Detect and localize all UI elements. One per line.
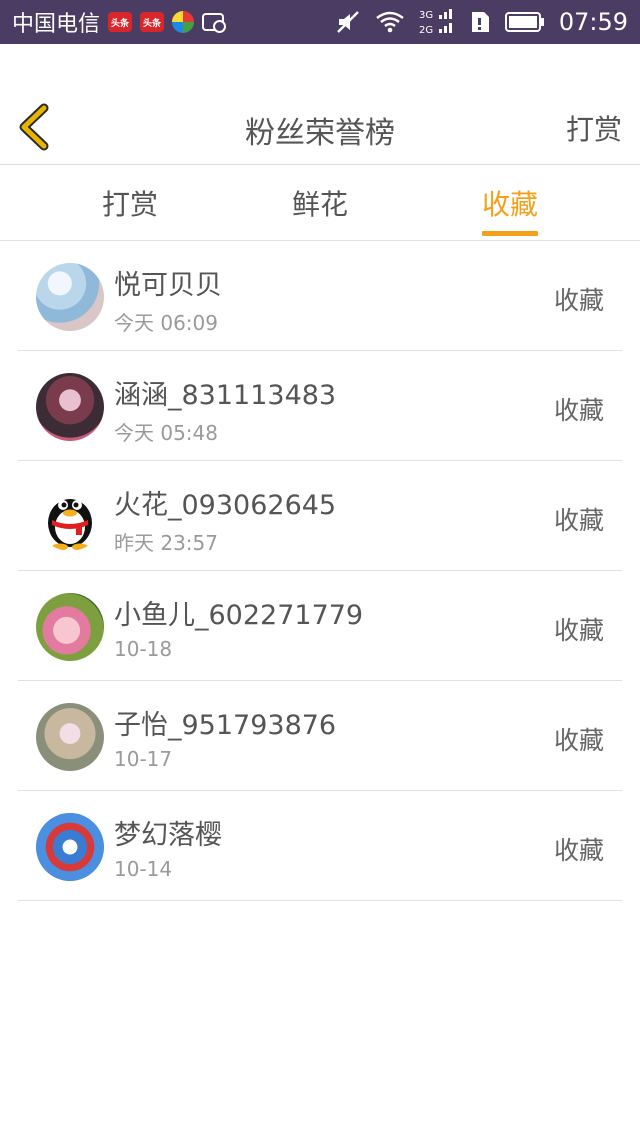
avatar bbox=[36, 373, 104, 441]
user-name: 涵涵_831113483 bbox=[114, 380, 337, 411]
action-label: 收藏 bbox=[553, 726, 604, 755]
status-bar: 中国电信 头条 头条 3G 2G 07:59 bbox=[0, 0, 640, 44]
avatar bbox=[36, 593, 104, 661]
avatar bbox=[36, 263, 104, 331]
avatar bbox=[36, 483, 104, 551]
avatar bbox=[36, 703, 104, 771]
page-title: 粉丝荣誉榜 bbox=[245, 116, 395, 151]
list-item[interactable]: 火花_093062645 昨天 23:57 收藏 bbox=[0, 461, 640, 571]
user-name: 火花_093062645 bbox=[114, 490, 337, 521]
svg-text:2G: 2G bbox=[419, 25, 433, 36]
fan-list: 悦可贝贝 今天 06:09 收藏 涵涵_831113483 今天 05:48 收… bbox=[0, 241, 640, 901]
timestamp: 今天 06:09 bbox=[114, 311, 218, 335]
action-label: 收藏 bbox=[553, 616, 604, 645]
timestamp: 今天 05:48 bbox=[114, 421, 218, 445]
tab-favorites[interactable]: 收藏 bbox=[450, 183, 570, 223]
action-label: 收藏 bbox=[553, 836, 604, 865]
timestamp: 昨天 23:57 bbox=[114, 531, 218, 555]
wifi-icon bbox=[375, 10, 405, 34]
check-chat-icon bbox=[202, 13, 227, 33]
list-item[interactable]: 悦可贝贝 今天 06:09 收藏 bbox=[0, 241, 640, 351]
action-label: 收藏 bbox=[553, 396, 604, 425]
carrier-label: 中国电信 bbox=[12, 12, 101, 37]
user-name: 小鱼儿_602271779 bbox=[114, 600, 364, 631]
clock: 07:59 bbox=[558, 8, 628, 36]
tab-flowers[interactable]: 鲜花 bbox=[260, 183, 380, 223]
tab-bar: 打赏 鲜花 收藏 bbox=[0, 165, 640, 241]
sim-icon bbox=[469, 10, 491, 34]
timestamp: 10-14 bbox=[114, 857, 173, 881]
row-divider bbox=[18, 900, 622, 901]
user-name: 梦幻落樱 bbox=[114, 820, 222, 851]
toutiao-icon: 头条 bbox=[140, 12, 165, 32]
mute-icon bbox=[335, 9, 361, 35]
top-bar: 粉丝荣誉榜 打赏 bbox=[0, 44, 640, 164]
action-label: 收藏 bbox=[553, 506, 604, 535]
tip-button[interactable]: 打赏 bbox=[566, 108, 622, 148]
battery-icon bbox=[504, 11, 545, 33]
avatar bbox=[36, 813, 104, 881]
toutiao-icon: 头条 bbox=[108, 12, 133, 32]
qq-penguin-icon bbox=[48, 499, 92, 551]
signal-icon: 3G 2G bbox=[419, 7, 455, 37]
list-item[interactable]: 涵涵_831113483 今天 05:48 收藏 bbox=[0, 351, 640, 461]
browser-ball-icon bbox=[172, 11, 195, 33]
action-label: 收藏 bbox=[553, 286, 604, 315]
list-item[interactable]: 梦幻落樱 10-14 收藏 bbox=[0, 791, 640, 901]
active-tab-indicator bbox=[482, 231, 538, 236]
tab-tip[interactable]: 打赏 bbox=[70, 183, 190, 223]
timestamp: 10-18 bbox=[114, 637, 173, 661]
user-name: 悦可贝贝 bbox=[114, 270, 222, 301]
list-item[interactable]: 子怡_951793876 10-17 收藏 bbox=[0, 681, 640, 791]
list-item[interactable]: 小鱼儿_602271779 10-18 收藏 bbox=[0, 571, 640, 681]
user-name: 子怡_951793876 bbox=[114, 710, 337, 741]
timestamp: 10-17 bbox=[114, 747, 173, 771]
svg-text:3G: 3G bbox=[419, 10, 433, 21]
